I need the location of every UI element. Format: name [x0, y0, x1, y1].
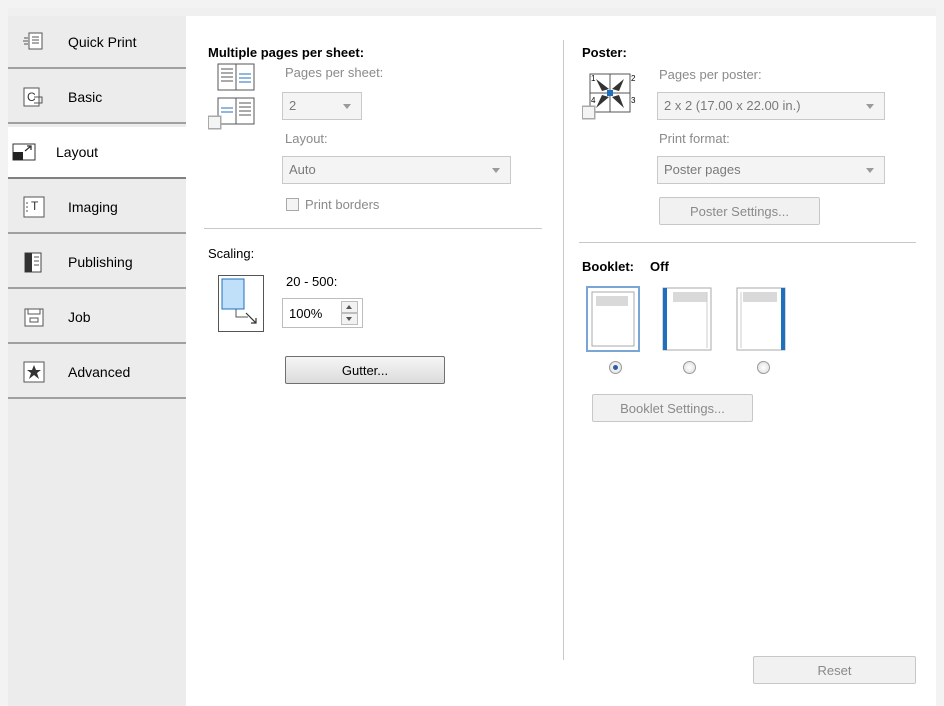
scaling-title: Scaling:: [208, 246, 255, 261]
tab-quick-print[interactable]: Quick Print: [8, 17, 186, 69]
booklet-radio-none[interactable]: [609, 361, 622, 374]
pages-per-poster-label: Pages per poster:: [659, 67, 762, 82]
chevron-down-icon: [866, 104, 874, 109]
chevron-down-icon: [346, 317, 352, 321]
layout-select[interactable]: Auto: [282, 156, 511, 184]
print-format-value: Poster pages: [664, 162, 741, 177]
print-format-label: Print format:: [659, 131, 730, 146]
booklet-option-left[interactable]: [661, 286, 715, 352]
reset-button[interactable]: Reset: [753, 656, 916, 684]
booklet-option-right[interactable]: [735, 286, 789, 352]
poster-checkbox[interactable]: [582, 106, 595, 119]
poster-settings-button[interactable]: Poster Settings...: [659, 197, 820, 225]
chevron-up-icon: [346, 305, 352, 309]
pages-per-sheet-value: 2: [289, 98, 297, 113]
scaling-range-label: 20 - 500:: [286, 274, 338, 289]
scaling-value: 100%: [289, 306, 323, 321]
poster-icon: [582, 73, 631, 120]
chevron-down-icon: [866, 168, 874, 173]
tab-label: Job: [68, 309, 91, 325]
tab-publishing[interactable]: Publishing: [8, 237, 186, 289]
layout-panel: Multiple pages per sheet: Pages per shee…: [186, 16, 936, 706]
scaling-icon: [218, 275, 264, 332]
tab-basic[interactable]: C Basic: [8, 72, 186, 124]
tab-label: Quick Print: [68, 34, 137, 50]
poster-title: Poster:: [582, 45, 627, 60]
booklet-radio-left[interactable]: [683, 361, 696, 374]
layout-value: Auto: [289, 162, 316, 177]
tab-job[interactable]: Job: [8, 292, 186, 344]
booklet-title: Booklet:: [582, 259, 634, 274]
multiple-pages-checkbox[interactable]: [208, 116, 221, 129]
tab-label: Imaging: [68, 199, 118, 215]
poster-icon-number: 2: [631, 74, 636, 83]
poster-icon-number: 3: [631, 96, 636, 105]
svg-text:T: T: [31, 199, 39, 213]
multiple-pages-title: Multiple pages per sheet:: [208, 45, 365, 60]
pages-per-sheet-select[interactable]: 2: [282, 92, 362, 120]
section-divider: [204, 228, 542, 229]
print-borders-label: Print borders: [305, 197, 380, 212]
tab-label: Layout: [56, 144, 99, 160]
booklet-radio-right[interactable]: [757, 361, 770, 374]
tab-label: Basic: [68, 89, 103, 105]
tab-label: Publishing: [68, 254, 133, 270]
layout-icon: [12, 143, 36, 161]
print-borders-checkbox[interactable]: [286, 198, 299, 211]
job-icon: [24, 308, 44, 327]
poster-icon-number: 4: [591, 96, 596, 105]
tab-label: Advanced: [68, 364, 131, 380]
tab-imaging[interactable]: T Imaging: [8, 182, 186, 234]
booklet-none-icon: [591, 291, 635, 347]
chevron-down-icon: [492, 168, 500, 173]
print-format-select[interactable]: Poster pages: [657, 156, 885, 184]
booklet-right-binding-icon: [736, 287, 786, 351]
poster-icon-number: 1: [591, 74, 596, 83]
layout-label: Layout:: [285, 131, 328, 146]
booklet-option-none[interactable]: [586, 286, 640, 352]
spin-up-button[interactable]: [341, 301, 358, 313]
scaling-spinbox[interactable]: 100%: [282, 298, 363, 328]
advanced-icon: [23, 361, 45, 383]
basic-icon: C: [23, 87, 43, 107]
booklet-settings-button[interactable]: Booklet Settings...: [592, 394, 753, 422]
spin-down-button[interactable]: [341, 313, 358, 325]
quick-print-icon: [23, 32, 43, 50]
tab-layout[interactable]: Layout: [8, 127, 186, 179]
column-divider: [563, 40, 564, 660]
publishing-icon: [24, 252, 42, 273]
booklet-status: Off: [650, 259, 669, 274]
imaging-icon: T: [23, 196, 45, 218]
pages-per-poster-select[interactable]: 2 x 2 (17.00 x 22.00 in.): [657, 92, 885, 120]
pages-per-sheet-label: Pages per sheet:: [285, 65, 384, 80]
tab-advanced[interactable]: Advanced: [8, 347, 186, 399]
booklet-left-binding-icon: [662, 287, 712, 351]
section-divider: [579, 242, 916, 243]
gutter-button[interactable]: Gutter...: [285, 356, 445, 384]
pages-per-poster-value: 2 x 2 (17.00 x 22.00 in.): [664, 98, 801, 113]
chevron-down-icon: [343, 104, 351, 109]
